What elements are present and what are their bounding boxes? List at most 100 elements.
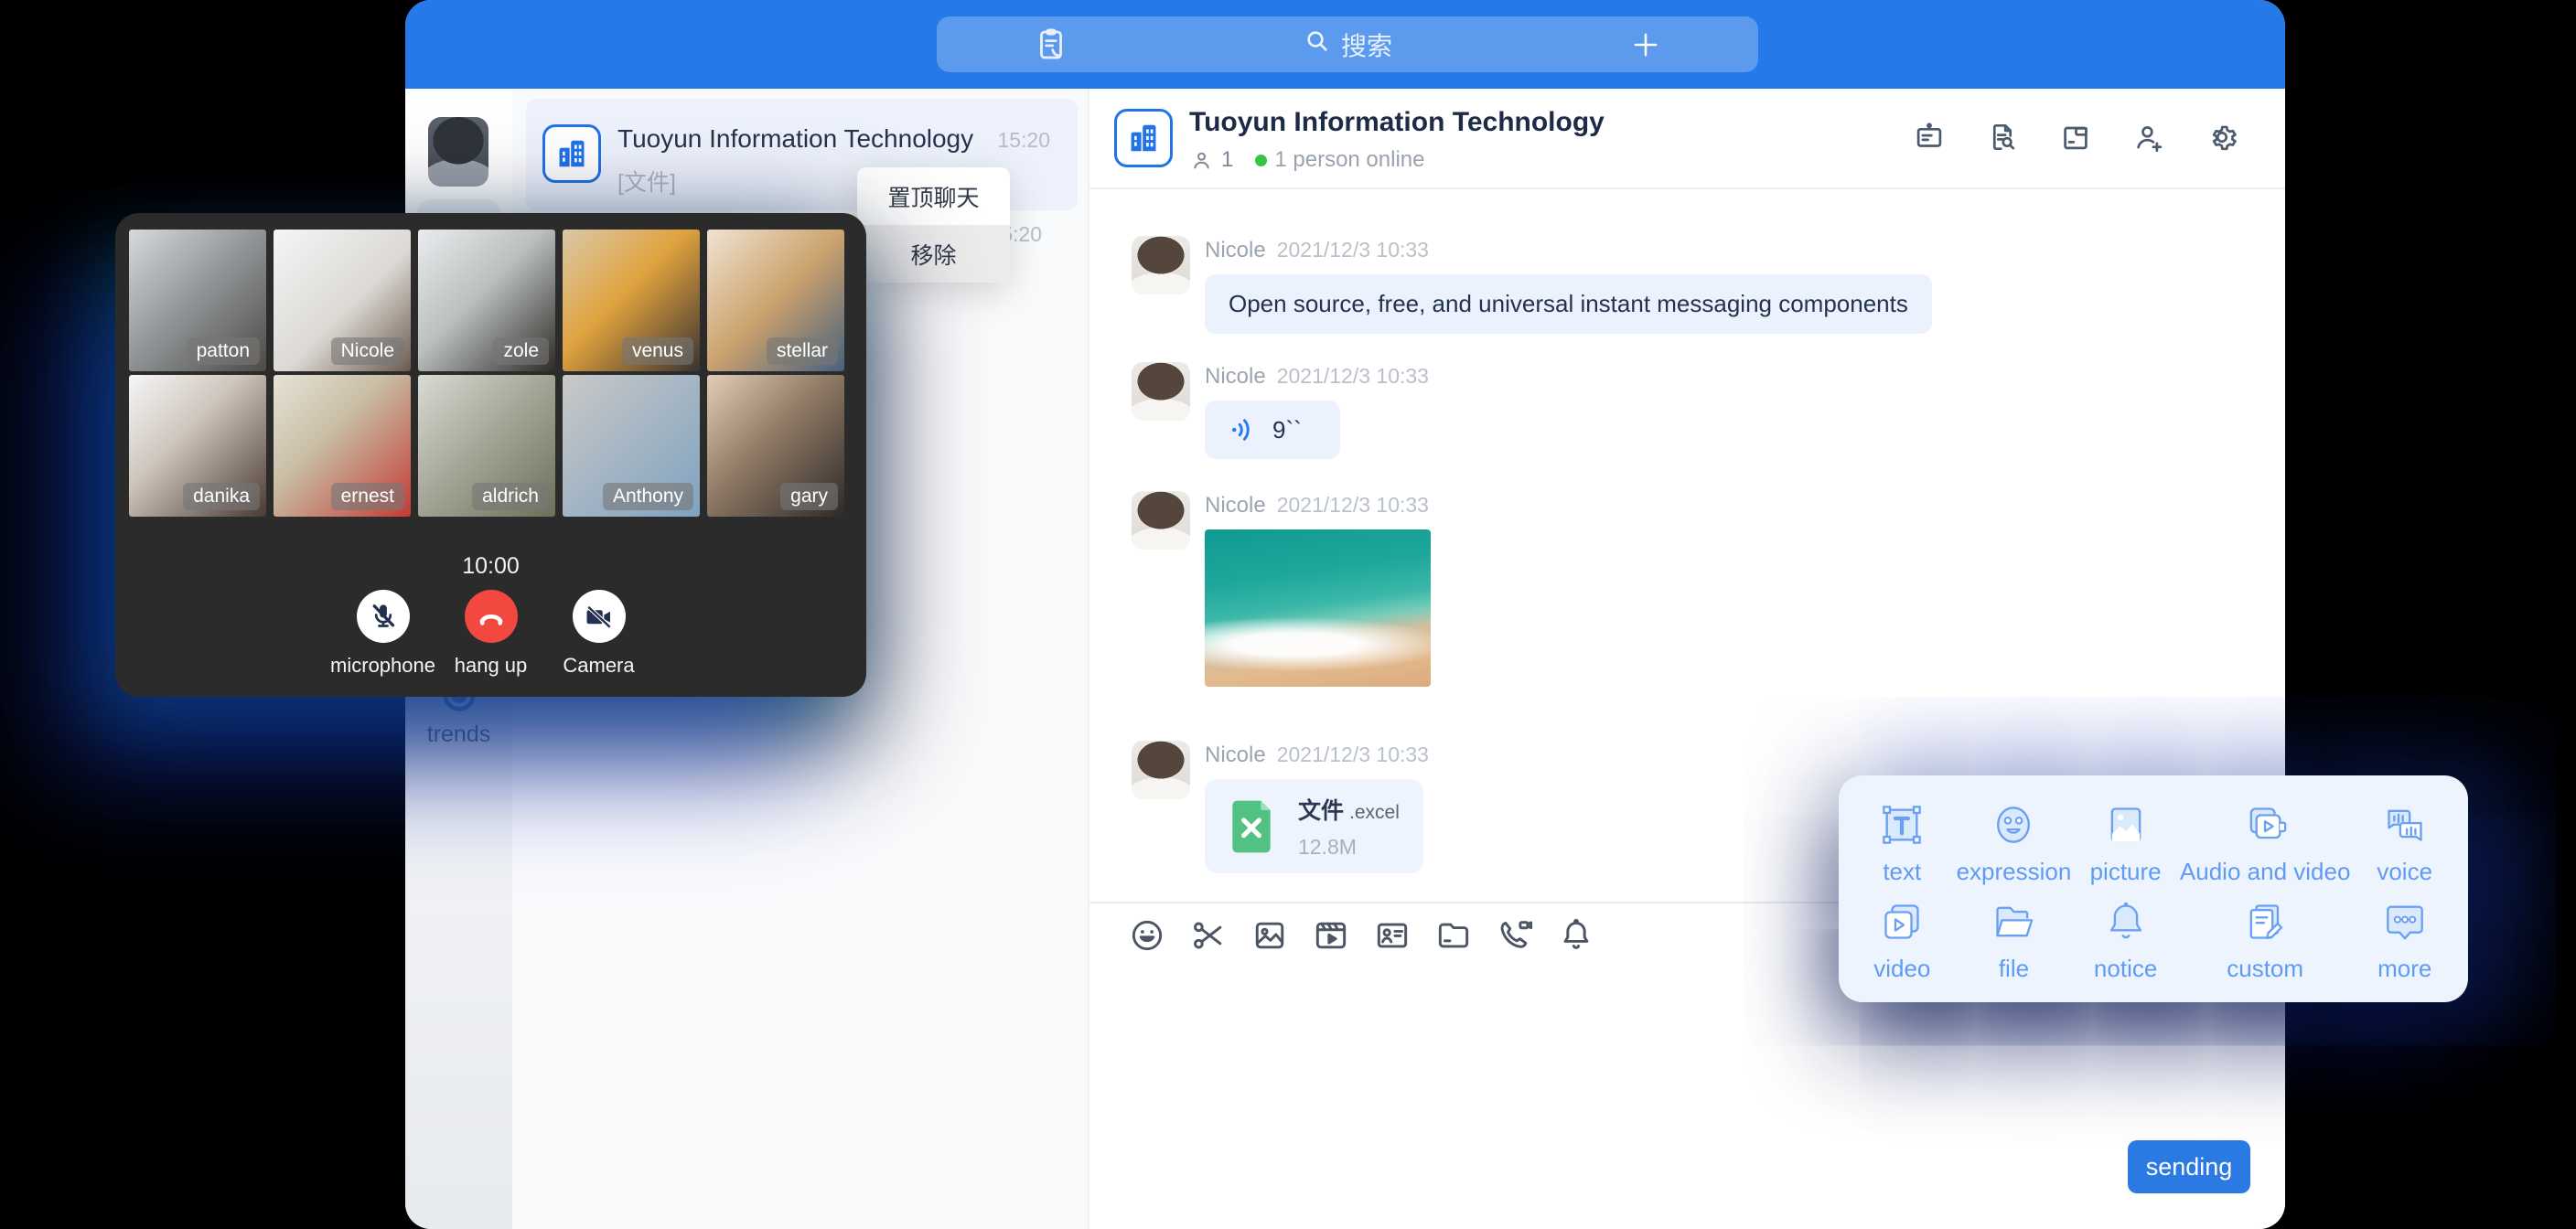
hang-up-icon <box>475 600 508 633</box>
chat-header-actions <box>1912 120 2239 159</box>
video-tile[interactable]: zole <box>418 230 555 371</box>
conversation-title: Tuoyun Information Technology <box>617 124 973 154</box>
notification-bell-icon[interactable] <box>1556 915 1596 960</box>
mic-muted-icon <box>367 600 400 633</box>
video-tile[interactable]: aldrich <box>418 375 555 517</box>
panel-label: notice <box>2094 955 2157 983</box>
contact-card-icon[interactable] <box>1372 915 1412 960</box>
image-message-thumbnail[interactable] <box>1205 529 1431 687</box>
video-tile[interactable]: stellar <box>707 230 844 371</box>
emoji-icon[interactable] <box>1127 915 1167 960</box>
picture-icon <box>2100 799 2152 850</box>
microphone-button[interactable]: microphone <box>334 590 433 678</box>
message-bubble[interactable]: Open source, free, and universal instant… <box>1205 274 1932 334</box>
voice-icon <box>2379 799 2431 850</box>
more-icon <box>2379 896 2431 947</box>
conversation-preview: [文件] <box>617 165 676 198</box>
panel-item-file[interactable]: file <box>1957 891 2072 988</box>
message-text: Nicole2021/12/3 10:33 Open source, free,… <box>1132 236 1932 334</box>
video-clip-icon[interactable] <box>1311 915 1351 960</box>
contact-notes-icon[interactable] <box>1032 26 1070 64</box>
member-icon <box>1189 148 1214 173</box>
message-author: Nicole <box>1205 364 1266 389</box>
file-size: 12.8M <box>1298 835 1400 860</box>
panel-item-notice[interactable]: notice <box>2071 891 2180 988</box>
camera-label: Camera <box>563 654 634 678</box>
message-author: Nicole <box>1205 743 1266 767</box>
panel-label: file <box>1999 955 2029 983</box>
text-icon <box>1876 799 1927 850</box>
panel-label: picture <box>2090 858 2162 886</box>
video-tile[interactable]: gary <box>707 375 844 517</box>
menu-item-pin-chat[interactable]: 置顶聊天 <box>857 167 1010 225</box>
video-call-icon[interactable] <box>1495 915 1535 960</box>
avatar[interactable] <box>1132 362 1190 421</box>
panel-item-expression[interactable]: expression <box>1957 794 2072 891</box>
video-tile[interactable]: Anthony <box>563 375 700 517</box>
panel-item-more[interactable]: more <box>2350 891 2459 988</box>
message-file: Nicole2021/12/3 10:33 文件.excel 12.8M <box>1132 741 1429 873</box>
app-header-bar: 搜索 <box>405 0 2285 89</box>
participant-name: Anthony <box>603 483 693 510</box>
user-avatar[interactable] <box>428 117 488 187</box>
voice-wave-icon <box>1227 413 1260 446</box>
audio-video-icon <box>2239 799 2291 850</box>
file-message-bubble[interactable]: 文件.excel 12.8M <box>1205 779 1423 873</box>
image-icon[interactable] <box>1250 915 1290 960</box>
online-status: 1 person online <box>1274 147 1424 173</box>
add-icon[interactable] <box>1628 27 1663 62</box>
send-button[interactable]: sending <box>2128 1140 2250 1193</box>
message-author: Nicole <box>1205 238 1266 262</box>
video-tile[interactable]: patton <box>129 230 266 371</box>
video-tile[interactable]: Nicole <box>274 230 411 371</box>
custom-icon <box>2239 896 2291 947</box>
avatar[interactable] <box>1132 491 1190 550</box>
avatar[interactable] <box>1132 741 1190 799</box>
panel-item-text[interactable]: text <box>1848 794 1957 891</box>
panel-item-voice[interactable]: voice <box>2350 794 2459 891</box>
hang-up-button[interactable]: hang up <box>442 590 541 678</box>
add-member-icon[interactable] <box>2131 120 2166 159</box>
voice-message-bubble[interactable]: 9`` <box>1205 401 1340 459</box>
chat-panel: Tuoyun Information Technology 1 1 person… <box>1088 89 2285 1229</box>
participant-name: aldrich <box>472 483 549 510</box>
video-tile[interactable]: venus <box>563 230 700 371</box>
group-file-icon[interactable] <box>2058 120 2093 159</box>
camera-off-icon <box>583 600 616 633</box>
notice-bell-icon <box>2100 896 2152 947</box>
search-bar[interactable]: 搜索 <box>937 16 1758 72</box>
member-count: 1 <box>1221 147 1233 173</box>
voice-duration: 9`` <box>1272 416 1302 444</box>
message-time: 2021/12/3 10:33 <box>1277 364 1429 388</box>
participant-name: ernest <box>331 483 404 510</box>
participant-name: patton <box>187 337 260 365</box>
avatar[interactable] <box>1132 236 1190 294</box>
folder-icon[interactable] <box>1433 915 1474 960</box>
participant-name: stellar <box>767 337 838 365</box>
screenshot-scissors-icon[interactable] <box>1188 915 1229 960</box>
panel-label: voice <box>2377 858 2432 886</box>
video-tile[interactable]: danika <box>129 375 266 517</box>
video-tile[interactable]: ernest <box>274 375 411 517</box>
settings-gear-icon[interactable] <box>2205 120 2239 159</box>
video-icon <box>1876 896 1927 947</box>
expression-icon <box>1988 799 2039 850</box>
search-icon <box>1303 27 1332 62</box>
message-author: Nicole <box>1205 493 1266 518</box>
panel-item-picture[interactable]: picture <box>2071 794 2180 891</box>
call-controls: microphone hang up Camera <box>115 590 866 678</box>
chat-history-search-icon[interactable] <box>1985 120 2020 159</box>
trends-label: trends <box>427 721 490 748</box>
panel-label: more <box>2377 955 2431 983</box>
group-notice-icon[interactable] <box>1912 120 1947 159</box>
camera-button[interactable]: Camera <box>550 590 649 678</box>
menu-item-remove[interactable]: 移除 <box>857 225 1010 283</box>
conversation-context-menu: 置顶聊天 移除 <box>857 167 1010 283</box>
panel-item-custom[interactable]: custom <box>2180 891 2350 988</box>
message-time: 2021/12/3 10:33 <box>1277 493 1429 517</box>
online-dot <box>1255 155 1267 166</box>
participant-name: danika <box>183 483 260 510</box>
chat-meta: 1 1 person online <box>1189 147 1424 173</box>
panel-item-audio-video[interactable]: Audio and video <box>2180 794 2350 891</box>
panel-item-video[interactable]: video <box>1848 891 1957 988</box>
